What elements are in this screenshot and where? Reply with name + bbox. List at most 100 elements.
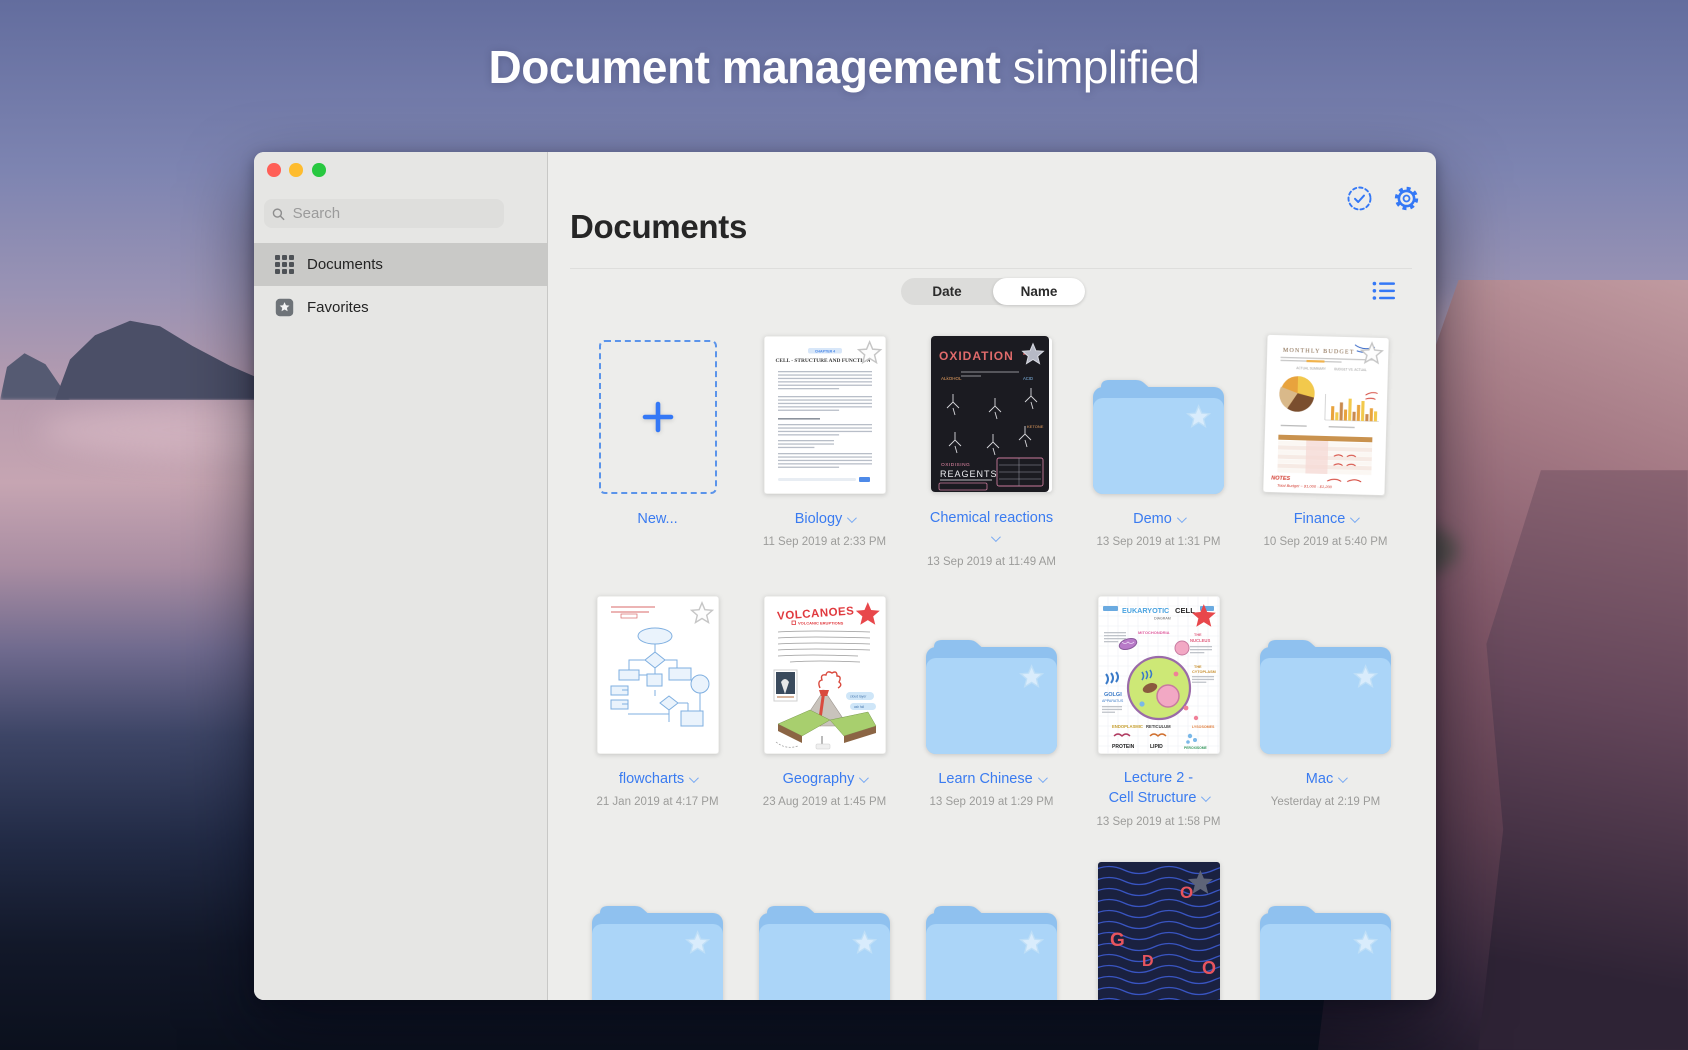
svg-text:OXIDISING: OXIDISING (941, 462, 970, 468)
svg-text:CELL: CELL (1175, 606, 1195, 615)
documents-grid-row: GOODOO (574, 862, 1409, 1000)
document-tile[interactable]: EUKARYOTIC CELL DIAGRAM MITOCHONDRIA THE… (1075, 596, 1242, 830)
new-document-tile[interactable]: New... (574, 336, 741, 570)
chevron-down-icon[interactable] (859, 773, 869, 783)
svg-text:REAGENTS: REAGENTS (940, 469, 998, 479)
folder-tile[interactable]: Learn Chinese 13 Sep 2019 at 1:29 PM (908, 596, 1075, 830)
chevron-down-icon[interactable] (689, 773, 699, 783)
folder-tile[interactable] (908, 862, 1075, 1000)
search-field[interactable] (264, 199, 504, 228)
folder-tile[interactable] (574, 862, 741, 1000)
document-name[interactable]: Lecture 2 -Cell Structure (1109, 768, 1209, 809)
document-name[interactable]: Chemical reactions (926, 508, 1058, 549)
documents-grid-row: flowcharts21 Jan 2019 at 4:17 PM VOLCANO… (574, 596, 1409, 830)
flowchart-page-thumbnail (597, 596, 719, 754)
svg-text:ENDOPLASMIC: ENDOPLASMIC (1112, 724, 1143, 729)
sync-check-icon[interactable] (1346, 185, 1373, 212)
svg-text:OXIDATION: OXIDATION (939, 349, 1014, 363)
chevron-down-icon[interactable] (847, 513, 857, 523)
svg-text:NOTES: NOTES (1271, 475, 1290, 482)
document-date: 13 Sep 2019 at 1:29 PM (929, 794, 1053, 810)
chevron-down-icon[interactable] (1350, 513, 1360, 523)
svg-text:APPARATUS: APPARATUS (1102, 699, 1124, 703)
folder-thumbnail (1093, 377, 1224, 494)
finance-page-thumbnail: MONTHLY BUDGET ACTUAL SUMMARYBUDGET VS. … (1262, 334, 1388, 495)
svg-text:cloud layer: cloud layer (850, 695, 867, 699)
folder-thumbnail (1260, 903, 1391, 1000)
document-name[interactable]: Finance (1294, 509, 1358, 529)
document-tile[interactable]: CHAPTER 4 CELL - STRUCTURE AND FUNCTION … (741, 336, 908, 570)
document-name[interactable]: Geography (783, 769, 867, 789)
folder-tile[interactable] (741, 862, 908, 1000)
svg-text:DIAGRAM: DIAGRAM (1154, 617, 1171, 621)
svg-text:VOLCANIC ERUPTIONS: VOLCANIC ERUPTIONS (798, 621, 844, 626)
svg-text:PEROXISOME: PEROXISOME (1184, 746, 1208, 750)
document-name[interactable]: Learn Chinese (938, 769, 1044, 789)
chemistry-page-thumbnail: OXIDATION ALkOHOL ACID KETONE OXIDISING … (931, 336, 1053, 494)
svg-text:ACID: ACID (1023, 376, 1033, 381)
chevron-down-icon[interactable] (1177, 513, 1187, 523)
svg-text:O: O (1104, 997, 1116, 1000)
document-tile[interactable]: OXIDATION ALkOHOL ACID KETONE OXIDISING … (908, 336, 1075, 570)
settings-gear-icon[interactable] (1393, 185, 1420, 212)
main-panel: Documents Date Name New... CHAPTER 4 CEL… (548, 152, 1436, 1000)
folder-tile[interactable] (1242, 862, 1409, 1000)
document-name[interactable]: Demo (1133, 509, 1184, 529)
close-button[interactable] (267, 163, 281, 177)
sidebar: Documents Favorites (254, 152, 548, 1000)
svg-text:O: O (1202, 958, 1216, 978)
svg-text:THE: THE (1194, 665, 1202, 669)
sidebar-item-documents[interactable]: Documents (254, 243, 547, 286)
document-tile[interactable]: VOLCANOES VOLCANIC ERUPTIONS cloud layer… (741, 596, 908, 830)
list-view-icon[interactable] (1372, 280, 1396, 302)
sort-segmented-control: Date Name (901, 278, 1085, 305)
svg-text:CYTOPLASM: CYTOPLASM (1192, 670, 1216, 674)
documents-grid-row: New... CHAPTER 4 CELL - STRUCTURE AND FU… (574, 336, 1409, 570)
search-input[interactable] (291, 204, 496, 223)
chevron-down-icon[interactable] (1201, 792, 1211, 802)
document-tile[interactable]: MONTHLY BUDGET ACTUAL SUMMARYBUDGET VS. … (1242, 336, 1409, 570)
new-document-dropzone (599, 340, 717, 494)
folder-tile[interactable]: MacYesterday at 2:19 PM (1242, 596, 1409, 830)
document-date: 13 Sep 2019 at 1:58 PM (1096, 814, 1220, 830)
chevron-down-icon[interactable] (1038, 773, 1048, 783)
document-date: 10 Sep 2019 at 5:40 PM (1263, 534, 1387, 550)
document-name[interactable]: Biology (795, 509, 855, 529)
document-name[interactable]: flowcharts (619, 769, 696, 789)
document-tile[interactable]: flowcharts21 Jan 2019 at 4:17 PM (574, 596, 741, 830)
sort-option-name[interactable]: Name (993, 278, 1085, 305)
geography-page-thumbnail: VOLCANOES VOLCANIC ERUPTIONS cloud layer… (764, 596, 886, 754)
svg-text:G: G (1110, 930, 1125, 951)
sort-option-date[interactable]: Date (901, 278, 993, 305)
zoom-button[interactable] (312, 163, 326, 177)
hero-headline-bold: Document management (489, 41, 1001, 93)
folder-thumbnail (759, 903, 890, 1000)
document-name[interactable]: Mac (1306, 769, 1345, 789)
document-date: 13 Sep 2019 at 1:31 PM (1096, 534, 1220, 550)
sidebar-item-label: Documents (307, 256, 383, 273)
svg-text:O: O (1180, 883, 1193, 902)
chevron-down-icon[interactable] (990, 532, 1000, 542)
svg-text:EUKARYOTIC: EUKARYOTIC (1122, 606, 1169, 615)
svg-text:KETONE: KETONE (1027, 424, 1044, 429)
svg-text:ACTUAL SUMMARY: ACTUAL SUMMARY (1296, 366, 1327, 371)
svg-text:CELL - STRUCTURE AND FUNCTION: CELL - STRUCTURE AND FUNCTION (775, 358, 870, 364)
chevron-down-icon[interactable] (1338, 773, 1348, 783)
sidebar-item-favorites[interactable]: Favorites (254, 286, 547, 329)
hero-headline-light: simplified (1000, 41, 1199, 93)
page-title: Documents (570, 208, 747, 246)
document-name[interactable]: New... (637, 509, 677, 529)
notebook-tile[interactable]: GOODOO (1075, 862, 1242, 1000)
hero-headline: Document management simplified (0, 40, 1688, 94)
document-date: 11 Sep 2019 at 2:33 PM (763, 534, 886, 550)
svg-text:LYSOSOMES: LYSOSOMES (1192, 725, 1215, 729)
minimize-button[interactable] (289, 163, 303, 177)
document-date: 13 Sep 2019 at 11:49 AM (926, 554, 1058, 570)
folder-thumbnail (926, 637, 1057, 754)
svg-text:ALkOHOL: ALkOHOL (941, 376, 962, 381)
document-date: 23 Aug 2019 at 1:45 PM (763, 794, 886, 810)
folder-tile[interactable]: Demo 13 Sep 2019 at 1:31 PM (1075, 336, 1242, 570)
svg-text:NUCLEUS: NUCLEUS (1190, 638, 1210, 643)
grid-icon (274, 255, 294, 275)
svg-text:ash fall: ash fall (854, 705, 864, 709)
